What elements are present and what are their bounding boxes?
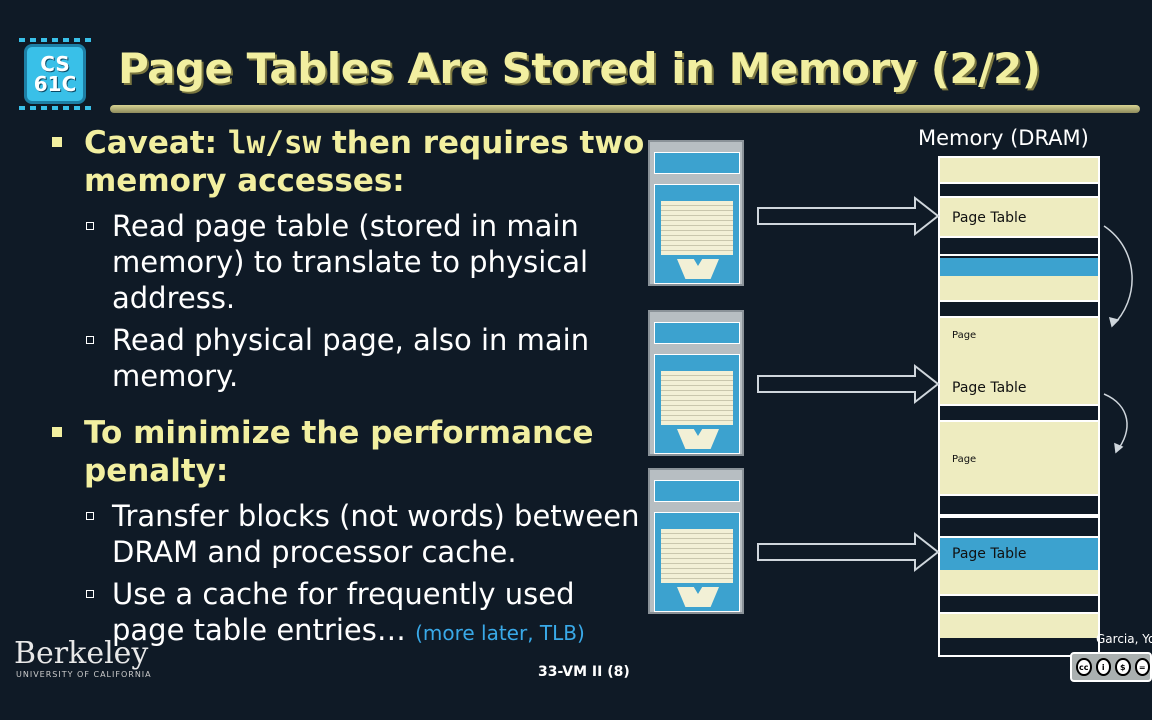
arrow-icon — [757, 195, 940, 237]
cc-icon: cc — [1076, 658, 1092, 676]
arrow-icon — [757, 531, 940, 573]
slide-number: 33-VM II (8) — [538, 664, 630, 680]
curve-arrow-icon — [1103, 393, 1128, 453]
attribution-icon: i — [1095, 658, 1111, 676]
berkeley-wordmark: Berkeley — [14, 636, 149, 671]
access-arrows — [757, 195, 1133, 573]
arrow-icon — [757, 363, 940, 405]
curve-arrow-icon — [1103, 225, 1133, 327]
creative-commons-badge: cc i $ = — [1070, 652, 1152, 682]
noderivs-icon: = — [1134, 658, 1150, 676]
berkeley-subtitle: UNIVERSITY OF CALIFORNIA — [16, 670, 152, 679]
noncommercial-icon: $ — [1115, 658, 1131, 676]
author-credit: Garcia, Yo — [1096, 632, 1152, 646]
